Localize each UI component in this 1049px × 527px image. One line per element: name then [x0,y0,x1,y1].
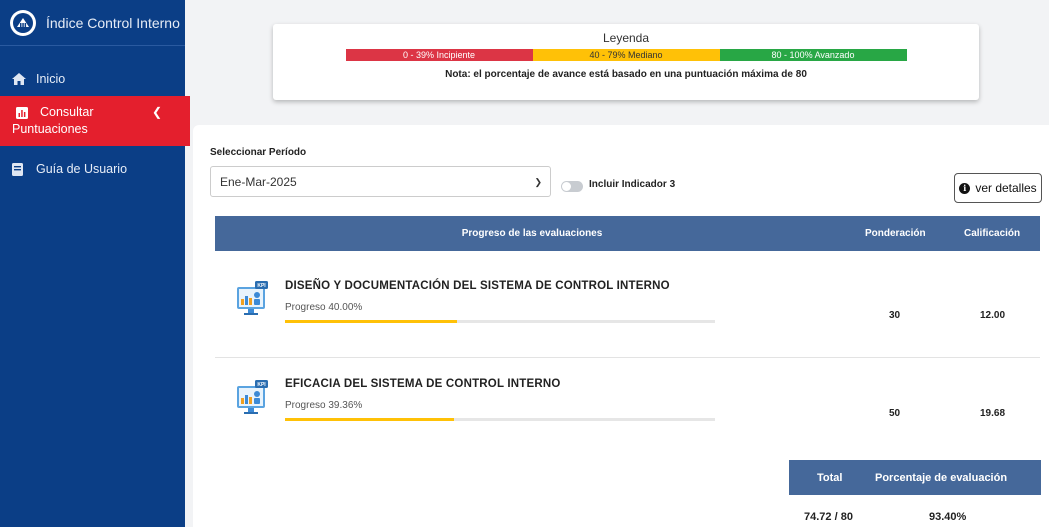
sidebar-item-label-wrap: Consultar Puntuaciones [0,104,94,138]
progress-bar-fill [285,320,457,323]
table-row: KPI DISEÑO Y DOCUMENTACIÓN DEL SISTEMA D… [215,260,1040,360]
sidebar-item-label: Guía de Usuario [36,162,128,176]
legend-card: Leyenda 0 - 39% Incipiente 40 - 79% Medi… [273,24,979,100]
calificacion-value: 12.00 [980,310,1006,321]
progress-bar [285,418,715,421]
period-label: Seleccionar Período [210,147,307,158]
kpi-icon: KPI [237,281,268,315]
details-button-label: ver detalles [975,181,1037,195]
sidebar-item-label: Inicio [36,72,66,86]
progress-label: Progreso 39.36% [285,400,363,411]
sidebar-item-label: Consultar [40,105,94,119]
period-select[interactable]: Ene-Mar-2025 ❯ [210,166,551,197]
table-row: KPI EFICACIA DEL SISTEMA DE CONTROL INTE… [215,357,1040,457]
book-icon [12,162,28,176]
info-icon: i [959,182,971,194]
header-calificacion: Calificación [964,228,1021,239]
sidebar-item-consultar-puntuaciones[interactable]: Consultar Puntuaciones ❮ [0,96,190,146]
svg-text:KPI: KPI [257,283,266,289]
sidebar-item-guia-usuario[interactable]: Guía de Usuario [0,154,185,184]
totals-header: Total Porcentaje de evaluación [789,460,1041,495]
progress-label: Progreso 40.00% [285,302,363,313]
table-header: Progreso de las evaluaciones Ponderación… [215,216,1040,251]
total-value: 74.72 / 80 [804,511,853,523]
percent-value: 93.40% [929,511,967,523]
legend-title: Leyenda [602,31,650,45]
progress-bar-fill [285,418,455,421]
toggle-label: Incluir Indicador 3 [589,179,676,190]
ponderacion-value: 50 [889,408,901,419]
include-indicator-toggle[interactable] [561,181,583,192]
sidebar-item-label-2: Puntuaciones [12,122,88,136]
header-progress: Progreso de las evaluaciones [461,228,603,239]
sidebar-item-label-row: Consultar [0,104,94,121]
kpi-icon: KPI [237,380,268,414]
ponderacion-value: 30 [889,310,901,321]
legend-bar: 0 - 39% Incipiente 40 - 79% Mediano 80 -… [345,49,907,61]
legend-segment-avanzado: 80 - 100% Avanzado [719,49,907,61]
calificacion-value: 19.68 [980,408,1006,419]
main-card: Seleccionar Período Ene-Mar-2025 ❯ Inclu… [193,125,1049,527]
evaluation-title: EFICACIA DEL SISTEMA DE CONTROL INTERNO [285,378,561,390]
legend-segment-incipiente: 0 - 39% Incipiente [345,49,533,61]
progress-bar [285,320,715,323]
bar-chart-icon [16,106,32,119]
period-select-value: Ene-Mar-2025 [220,175,297,189]
percent-header: Porcentaje de evaluación [875,472,1008,484]
svg-text:KPI: KPI [257,382,266,388]
total-header: Total [817,472,843,484]
logo-icon [10,9,36,36]
chevron-left-icon[interactable]: ❮ [152,105,162,119]
details-button[interactable]: i ver detalles [954,173,1042,203]
brand-title: Índice Control Interno [46,14,180,31]
brand[interactable]: Índice Control Interno [0,0,185,46]
sidebar-nav: Inicio Consultar Puntuaciones ❮ Guía de … [0,46,190,184]
header-ponderacion: Ponderación [865,228,926,239]
legend-note: Nota: el porcentaje de avance está basad… [445,69,807,80]
chevron-down-icon: ❯ [534,177,542,187]
sidebar-item-inicio[interactable]: Inicio [0,64,185,94]
legend-segment-mediano: 40 - 79% Mediano [532,49,720,61]
evaluation-title: DISEÑO Y DOCUMENTACIÓN DEL SISTEMA DE CO… [285,280,670,292]
home-icon [12,73,28,85]
sidebar: Índice Control Interno Inicio Consultar … [0,0,190,527]
